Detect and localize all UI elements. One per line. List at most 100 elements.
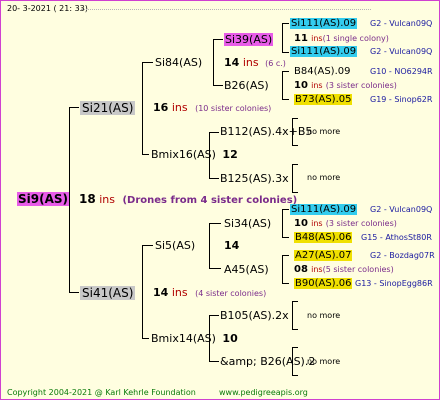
row-a27-name: A27(AS).07: [294, 250, 353, 261]
node-si39-name: Si39(AS): [224, 33, 274, 46]
row-si111-a[interactable]: Si111(AS).09: [290, 18, 358, 30]
connector-si41-top: [142, 245, 153, 246]
row-b84-name: B84(AS).09: [294, 66, 351, 77]
no-more-b26amp: no more: [307, 357, 341, 366]
root-name: Si9(AS): [17, 192, 70, 206]
node-si39[interactable]: Si39(AS): [224, 33, 274, 46]
connector-a45-bottom: [282, 283, 289, 284]
root-note: (Drones from 4 sister colonies): [122, 195, 298, 206]
connector-si41: [142, 245, 143, 339]
connector-si21-bottom: [142, 154, 149, 155]
row-b48[interactable]: B48(AS).06: [294, 232, 353, 244]
row-10-a-num: 10: [294, 80, 308, 91]
node-b26amp[interactable]: &amp; B26(AS).2: [220, 355, 315, 368]
row-si111-a-info: G2 - Vulcan09Q: [370, 19, 433, 28]
connector-b105-top: [292, 301, 298, 302]
node-bmix14[interactable]: Bmix14(AS) 10: [151, 332, 238, 345]
node-si39-num: 14: [224, 56, 240, 69]
node-si5[interactable]: Si5(AS): [155, 239, 195, 252]
node-si34-name: Si34(AS): [224, 217, 272, 230]
node-b125-name: B125(AS).3x: [220, 172, 289, 185]
connector-b125: [292, 164, 293, 193]
node-si84-note: (10 sister colonies): [195, 104, 272, 113]
node-si5-num: 14: [153, 286, 169, 299]
node-b112[interactable]: B112(AS).4x+B5: [220, 125, 312, 138]
node-bmix16-name: Bmix16(AS): [151, 148, 216, 161]
node-si84-name: Si84(AS): [155, 56, 203, 69]
connector-b26: [282, 71, 283, 100]
node-si39-note: (6 c.): [265, 59, 286, 68]
row-11-a-num: 11: [294, 33, 308, 44]
connector-si34-top: [282, 209, 289, 210]
node-a45[interactable]: A45(AS): [224, 263, 269, 276]
node-bmix16[interactable]: Bmix16(AS) 12: [151, 148, 238, 161]
connector-si39-bottom: [282, 52, 289, 53]
connector-si21: [142, 62, 143, 155]
row-b84-info: G10 - NO6294R: [370, 67, 433, 76]
connector-bmix14-top: [209, 315, 219, 316]
connector-si39: [282, 23, 283, 53]
node-b26-name: B26(AS): [224, 79, 269, 92]
footer-url[interactable]: www.pedigreeapis.org: [219, 388, 308, 398]
connector-bmix16-top: [209, 132, 219, 133]
row-b73-name: B73(AS).05: [294, 94, 353, 105]
row-08-note: (5 sister colonies): [322, 265, 394, 274]
pedigree-page: 20- 3-2021 ( 21: 33) Si9(AS) 18 ins (Dro…: [0, 0, 440, 400]
node-si84[interactable]: Si84(AS): [155, 56, 202, 69]
root-colony: 18 ins (Drones from 4 sister colonies): [79, 193, 297, 207]
row-08-num: 08: [294, 264, 308, 275]
connector-si5: [209, 223, 210, 269]
node-si21[interactable]: Si21(AS): [80, 101, 136, 115]
node-si34[interactable]: Si34(AS): [224, 217, 271, 230]
connector-si41-bottom: [142, 338, 149, 339]
row-11-a-ins: ins: [311, 34, 323, 43]
connector-b105: [292, 301, 293, 330]
node-b105[interactable]: B105(AS).2x: [220, 309, 289, 322]
node-si41[interactable]: Si41(AS): [80, 286, 136, 300]
connector-b105-bottom: [292, 329, 298, 330]
footer-copyright: Copyright 2004-2021 @ Karl Kehrle Founda…: [7, 388, 196, 397]
row-11-a: 11 ins(1 single colony): [294, 33, 389, 45]
node-b112-name: B112(AS).4x+B5: [220, 125, 313, 138]
node-a45-name: A45(AS): [224, 263, 269, 276]
connector-b125-top: [292, 164, 298, 165]
connector-si34-bottom: [282, 237, 289, 238]
header-date: 20- 3-2021 ( 21: 33): [7, 4, 88, 13]
row-b90[interactable]: B90(AS).06: [294, 278, 353, 290]
connector-root: [69, 107, 70, 293]
connector-b112-bottom: [292, 145, 298, 146]
connector-bmix16-bottom: [209, 178, 219, 179]
row-si111-a-name: Si111(AS).09: [290, 18, 358, 29]
node-si5-ins: ins: [171, 286, 188, 299]
row-b84[interactable]: B84(AS).09: [294, 66, 350, 78]
node-si5-name: Si5(AS): [155, 239, 196, 252]
node-si34-num: 14: [224, 239, 240, 252]
row-10-a-ins: ins: [311, 81, 323, 90]
node-si84-colony: 16 ins (10 sister colonies): [153, 101, 271, 114]
row-08: 08 ins(5 sister colonies): [294, 264, 394, 276]
connector-b26-top: [282, 71, 289, 72]
node-si5-colony: 14 ins (4 sister colonies): [153, 286, 266, 299]
node-bmix16-num: 12: [222, 148, 238, 161]
row-b90-info: G13 - SinopEgg86R: [355, 279, 433, 288]
connector-si84-bottom: [213, 85, 223, 86]
root-num: 18: [79, 192, 96, 206]
node-b26[interactable]: B26(AS): [224, 79, 269, 92]
node-si21-name: Si21(AS): [80, 101, 136, 115]
root-queen[interactable]: Si9(AS): [17, 192, 70, 206]
row-si111-b[interactable]: Si111(AS).09: [290, 46, 358, 58]
connector-a45: [282, 255, 283, 284]
connector-si21-top: [142, 62, 153, 63]
row-b48-name: B48(AS).06: [294, 232, 353, 243]
row-10-a: 10 ins (3 sister colonies): [294, 80, 397, 92]
row-10-b-ins: ins: [311, 219, 323, 228]
row-10-b-note: (3 sister colonies): [325, 219, 397, 228]
connector-si5-bottom: [209, 268, 221, 269]
row-b73[interactable]: B73(AS).05: [294, 94, 353, 106]
node-b125[interactable]: B125(AS).3x: [220, 172, 289, 185]
row-a27[interactable]: A27(AS).07: [294, 250, 353, 262]
row-si111-c-info: G2 - Vulcan09Q: [370, 205, 433, 214]
node-si84-ins: ins: [171, 101, 188, 114]
row-si111-c[interactable]: Si111(AS).09: [290, 204, 358, 216]
node-bmix14-num: 10: [222, 332, 238, 345]
